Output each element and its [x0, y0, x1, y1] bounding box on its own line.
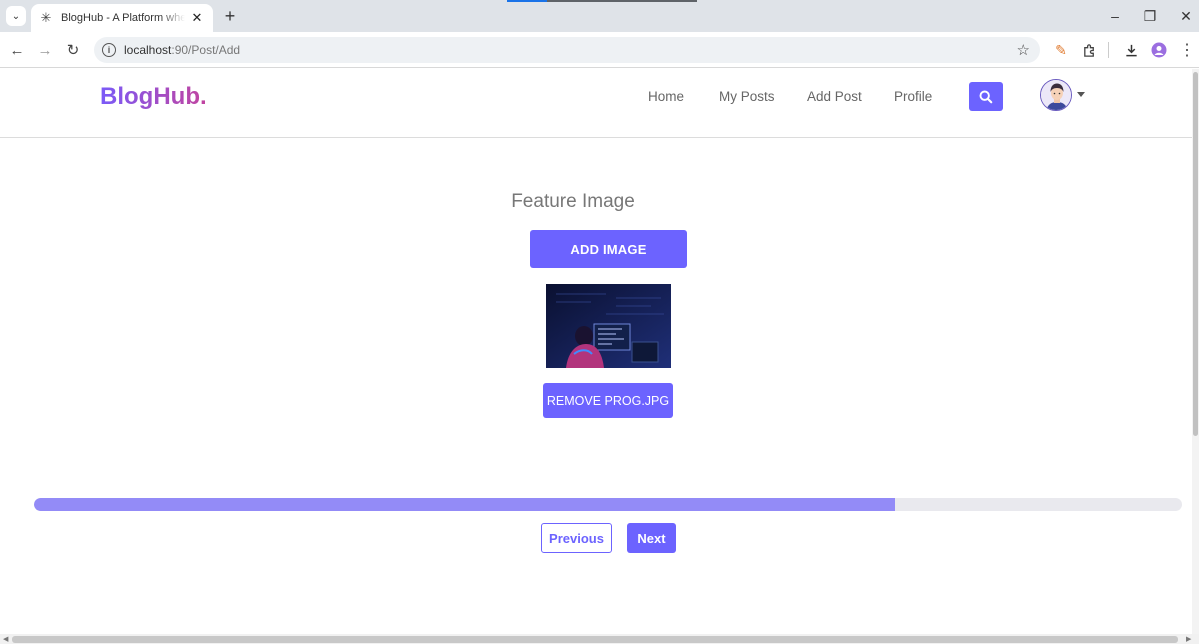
avatar[interactable] [1040, 79, 1072, 111]
profile-icon[interactable] [1148, 39, 1170, 61]
progress-bar [34, 498, 1182, 511]
vertical-scroll-thumb[interactable] [1193, 72, 1198, 436]
site-header: BlogHub. Home My Posts Add Post Profile [0, 69, 1192, 138]
section-title: Feature Image [511, 191, 635, 212]
url-text: localhost:90/Post/Add [124, 43, 240, 57]
tab-title: BlogHub - A Platform where you [61, 12, 185, 24]
search-button[interactable] [969, 82, 1003, 111]
nav-my-posts[interactable]: My Posts [719, 89, 775, 104]
address-bar[interactable]: i localhost:90/Post/Add ☆ [94, 37, 1040, 63]
extensions-puzzle-icon[interactable] [1078, 39, 1100, 61]
site-info-icon[interactable]: i [102, 43, 116, 57]
previous-button[interactable]: Previous [541, 523, 612, 553]
progress-fill [34, 498, 895, 511]
add-image-button[interactable]: ADD IMAGE [530, 230, 687, 268]
feature-image-preview [546, 284, 671, 368]
chevron-down-icon[interactable] [1077, 92, 1085, 97]
scroll-left-icon[interactable]: ◀ [3, 635, 8, 643]
browser-tab[interactable]: ✳ BlogHub - A Platform where you ✕ [31, 4, 213, 32]
site-logo[interactable]: BlogHub. [100, 83, 207, 111]
url-path: :90/Post/Add [171, 43, 241, 57]
tab-close-icon[interactable]: ✕ [189, 10, 205, 26]
site-favicon-icon: ✳ [40, 10, 52, 25]
avatar-icon [1041, 80, 1071, 110]
forward-icon[interactable]: → [34, 39, 56, 61]
browser-tab-bar: ⌄ ✳ BlogHub - A Platform where you ✕ + –… [0, 0, 1199, 32]
scroll-right-icon[interactable]: ▶ [1186, 635, 1191, 643]
toolbar-divider [1108, 42, 1109, 58]
download-icon[interactable] [1120, 39, 1142, 61]
window-drag-indicator [507, 0, 697, 2]
restore-icon[interactable]: ❐ [1138, 6, 1162, 26]
minimize-icon[interactable]: – [1103, 6, 1127, 26]
window-close-icon[interactable]: ✕ [1174, 6, 1198, 26]
bookmark-star-icon[interactable]: ☆ [1017, 41, 1030, 59]
nav-home[interactable]: Home [648, 89, 684, 104]
browser-toolbar: ← → ↻ i localhost:90/Post/Add ☆ ✎ ⋮ [0, 32, 1199, 68]
search-icon [979, 90, 993, 103]
nav-profile[interactable]: Profile [894, 89, 932, 104]
next-button[interactable]: Next [627, 523, 676, 553]
browser-menu-icon[interactable]: ⋮ [1176, 39, 1198, 61]
remove-image-button[interactable]: REMOVE PROG.JPG [543, 383, 673, 418]
new-tab-button[interactable]: + [220, 6, 240, 26]
url-host: localhost [124, 43, 172, 57]
horizontal-scroll-thumb[interactable] [12, 636, 1178, 643]
pen-extension-icon[interactable]: ✎ [1050, 39, 1072, 61]
reload-icon[interactable]: ↻ [62, 39, 84, 61]
tab-search-chevron-icon[interactable]: ⌄ [6, 6, 26, 26]
back-icon[interactable]: ← [6, 39, 28, 61]
nav-add-post[interactable]: Add Post [807, 89, 862, 104]
